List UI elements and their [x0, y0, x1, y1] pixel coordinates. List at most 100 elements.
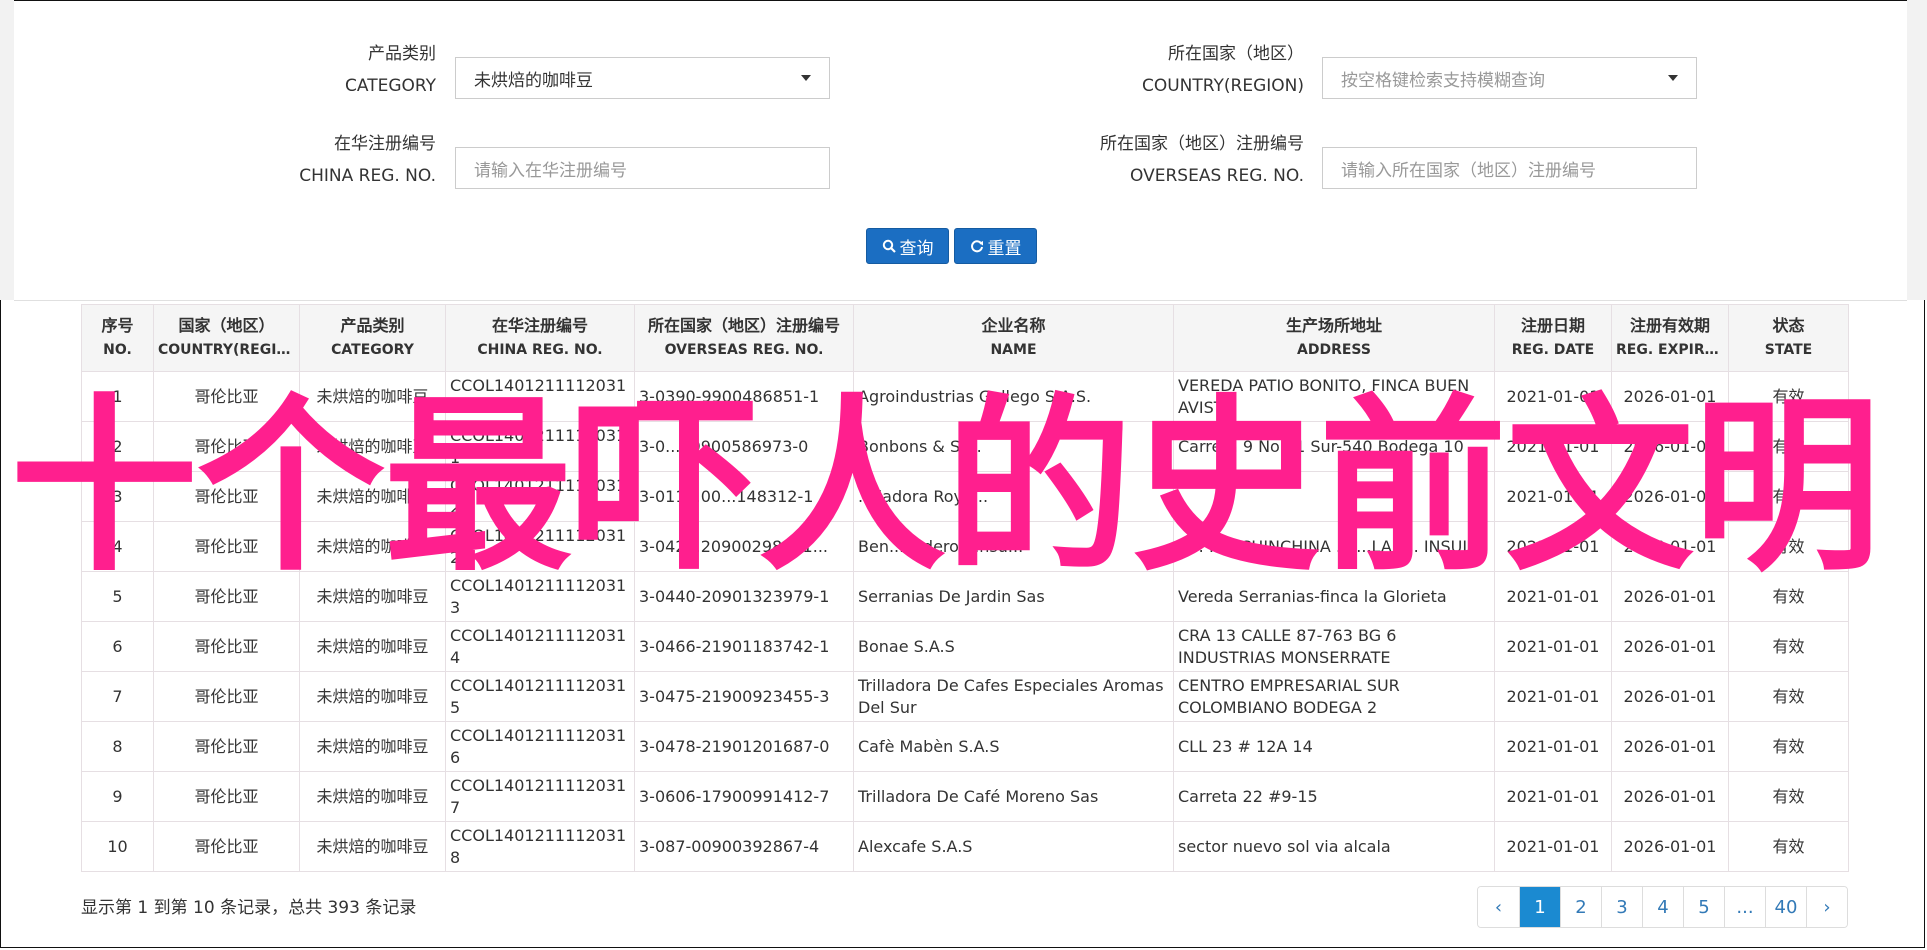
table-row[interactable]: 5 哥伦比亚 未烘焙的咖啡豆 CCOL14012111120313 3-0440-209… — [81, 571, 1849, 622]
table-row[interactable]: 8 哥伦比亚 未烘焙的咖啡豆 CCOL14012111120316 3-0478-219… — [81, 721, 1849, 772]
table-row[interactable]: 7 哥伦比亚 未烘焙的咖啡豆 CCOL14012111120315 3-0475-219… — [81, 671, 1849, 722]
company-name-cell: Cafè Mabèn S.A.S — [853, 721, 1174, 772]
country-label: 所在国家（地区） COUNTRY(REGION) — [1000, 38, 1304, 102]
expire-date-cell: 2026-01-01 — [1611, 671, 1729, 722]
pagination: ‹ 1 2 3 4 5... 40 › — [1477, 886, 1848, 928]
column-header-en: COUNTRY(REGIO... — [158, 342, 295, 358]
prev-page-button[interactable]: ‹ — [1478, 887, 1519, 927]
expire-date-cell: 2026-01-01 — [1611, 571, 1729, 622]
row-number: 4 — [81, 521, 154, 572]
column-header-en: ADDRESS — [1297, 342, 1371, 358]
country-label-cn: 所在国家（地区） — [1168, 44, 1304, 64]
expire-date-cell: 2026-01-01 — [1611, 771, 1729, 822]
page-button[interactable]: 5 — [1683, 887, 1724, 927]
next-page-button[interactable]: › — [1806, 887, 1847, 927]
overseas-reg-cell: 3-0475-21900923455-3 — [634, 671, 854, 722]
page-button[interactable]: 1 — [1519, 887, 1560, 927]
column-header[interactable]: 序号 NO. — [81, 304, 154, 372]
reg-date-cell: 2021-01-01 — [1494, 621, 1612, 672]
reg-date-cell: 2021-01-01 — [1494, 371, 1612, 422]
address-cell: sector nuevo sol via alcala — [1173, 821, 1495, 872]
address-cell: Vereda Serranias-finca la Glorieta — [1173, 571, 1495, 622]
column-header[interactable]: 状态 STATE — [1728, 304, 1849, 372]
reg-date-cell: 2021-01-01 — [1494, 421, 1612, 472]
column-header[interactable]: 所在国家（地区）注册编号 OVERSEAS REG. NO. — [634, 304, 854, 372]
row-number: 10 — [81, 821, 154, 872]
column-header-cn: 国家（地区） — [178, 316, 275, 335]
company-name-cell: Trilladora De Cafes Especiales Aromas De… — [853, 671, 1174, 722]
address-cell: CLL 23 # 12A 14 — [1173, 721, 1495, 772]
page-button[interactable]: ... — [1724, 887, 1765, 927]
table-row[interactable]: 6 哥伦比亚 未烘焙的咖啡豆 CCOL14012111120314 3-0466-219… — [81, 621, 1849, 672]
category-cell: 未烘焙的咖啡豆 — [299, 771, 446, 822]
table-row[interactable]: 2 哥伦比亚 未烘焙的咖啡豆 CCOL14012111120311 3-0...1990… — [81, 421, 1849, 472]
column-header[interactable]: 国家（地区） COUNTRY(REGIO... — [153, 304, 300, 372]
overseas-reg-label-cn: 所在国家（地区）注册编号 — [1100, 134, 1304, 154]
column-header-cn: 企业名称 — [981, 316, 1046, 335]
category-cell: 未烘焙的咖啡豆 — [299, 471, 446, 522]
china-reg-input[interactable]: 请输入在华注册编号 — [455, 147, 830, 189]
reg-date-cell: 2021-01-01 — [1494, 771, 1612, 822]
column-header-cn: 生产场所地址 — [1285, 316, 1382, 335]
table-row[interactable]: 10 哥伦比亚 未烘焙的咖啡豆 CCOL14012111120318 3-087-009… — [81, 821, 1849, 872]
row-number: 7 — [81, 671, 154, 722]
page-button[interactable]: 2 — [1560, 887, 1601, 927]
column-header-cn: 所在国家（地区）注册编号 — [647, 316, 840, 335]
column-header[interactable]: 企业名称 NAME — [853, 304, 1174, 372]
search-icon — [882, 239, 896, 253]
column-header[interactable]: 在华注册编号 CHINA REG. NO. — [445, 304, 635, 372]
table-row[interactable]: 4 哥伦比亚 未烘焙的咖啡豆 CCOL14012111120312 3-042...20… — [81, 521, 1849, 572]
state-cell: 有效 — [1728, 721, 1849, 772]
reg-date-cell: 2021-01-01 — [1494, 721, 1612, 772]
column-header-cn: 状态 — [1772, 316, 1805, 335]
column-header-en: CHINA REG. NO. — [477, 342, 603, 358]
address-cell — [1173, 471, 1495, 522]
overseas-reg-placeholder: 请输入所在国家（地区）注册编号 — [1341, 160, 1596, 181]
overseas-reg-cell: 3-0478-21901201687-0 — [634, 721, 854, 772]
column-header[interactable]: 产品类别 CATEGORY — [299, 304, 446, 372]
column-header-en: STATE — [1764, 342, 1813, 358]
category-select[interactable]: 未烘焙的咖啡豆 — [455, 57, 830, 99]
column-header[interactable]: 注册有效期 REG. EXPIRE ... — [1611, 304, 1729, 372]
column-header[interactable]: 生产场所地址 ADDRESS — [1173, 304, 1495, 372]
page-button[interactable]: 40 — [1765, 887, 1806, 927]
reset-button[interactable]: 重置 — [954, 228, 1037, 264]
search-button[interactable]: 查询 — [866, 228, 949, 264]
reset-button-label: 重置 — [987, 238, 1022, 259]
table-row[interactable]: 9 哥伦比亚 未烘焙的咖啡豆 CCOL14012111120317 3-0606-179… — [81, 771, 1849, 822]
country-select[interactable]: 按空格键检索支持模糊查询 — [1322, 57, 1697, 99]
reg-date-cell: 2021-01-01 — [1494, 521, 1612, 572]
column-header[interactable]: 注册日期 REG. DATE — [1494, 304, 1612, 372]
china-reg-cell: CCOL14012111120310 — [445, 371, 635, 422]
category-cell: 未烘焙的咖啡豆 — [299, 521, 446, 572]
page-button[interactable]: 4 — [1642, 887, 1683, 927]
expire-date-cell: 2026-01-01 — [1611, 521, 1729, 572]
chevron-down-icon — [801, 75, 811, 81]
state-cell: 有效 — [1728, 521, 1849, 572]
state-cell: 有效 — [1728, 621, 1849, 672]
column-header-en: REG. DATE — [1511, 342, 1595, 358]
china-reg-cell: CCOL14012111120318 — [445, 821, 635, 872]
column-header-cn: 注册有效期 — [1629, 316, 1710, 335]
state-cell: 有效 — [1728, 821, 1849, 872]
country-cell: 哥伦比亚 — [153, 371, 300, 422]
expire-date-cell: 2026-01-01 — [1611, 371, 1729, 422]
table-row[interactable]: 3 哥伦比亚 未烘焙的咖啡豆 CCOL14012111120312 3-011...00… — [81, 471, 1849, 522]
country-cell: 哥伦比亚 — [153, 521, 300, 572]
column-header-en: NAME — [990, 342, 1037, 358]
overseas-reg-input[interactable]: 请输入所在国家（地区）注册编号 — [1322, 147, 1697, 189]
company-name-cell: Alexcafe S.A.S — [853, 821, 1174, 872]
table-row[interactable]: 1 哥伦比亚 未烘焙的咖啡豆 CCOL14012111120310 3-0390-990… — [81, 371, 1849, 422]
row-number: 8 — [81, 721, 154, 772]
overseas-reg-label: 所在国家（地区）注册编号 OVERSEAS REG. NO. — [1000, 128, 1304, 192]
china-reg-cell: CCOL14012111120316 — [445, 721, 635, 772]
country-cell: 哥伦比亚 — [153, 421, 300, 472]
overseas-reg-cell: 3-042...20900298861... — [634, 521, 854, 572]
country-cell: 哥伦比亚 — [153, 821, 300, 872]
category-label: 产品类别 CATEGORY — [240, 38, 436, 102]
column-header-cn: 在华注册编号 — [491, 316, 588, 335]
category-cell: 未烘焙的咖啡豆 — [299, 621, 446, 672]
address-cell: Carreta 22 #9-15 — [1173, 771, 1495, 822]
china-reg-cell: CCOL14012111120312 — [445, 521, 635, 572]
page-button[interactable]: 3 — [1601, 887, 1642, 927]
